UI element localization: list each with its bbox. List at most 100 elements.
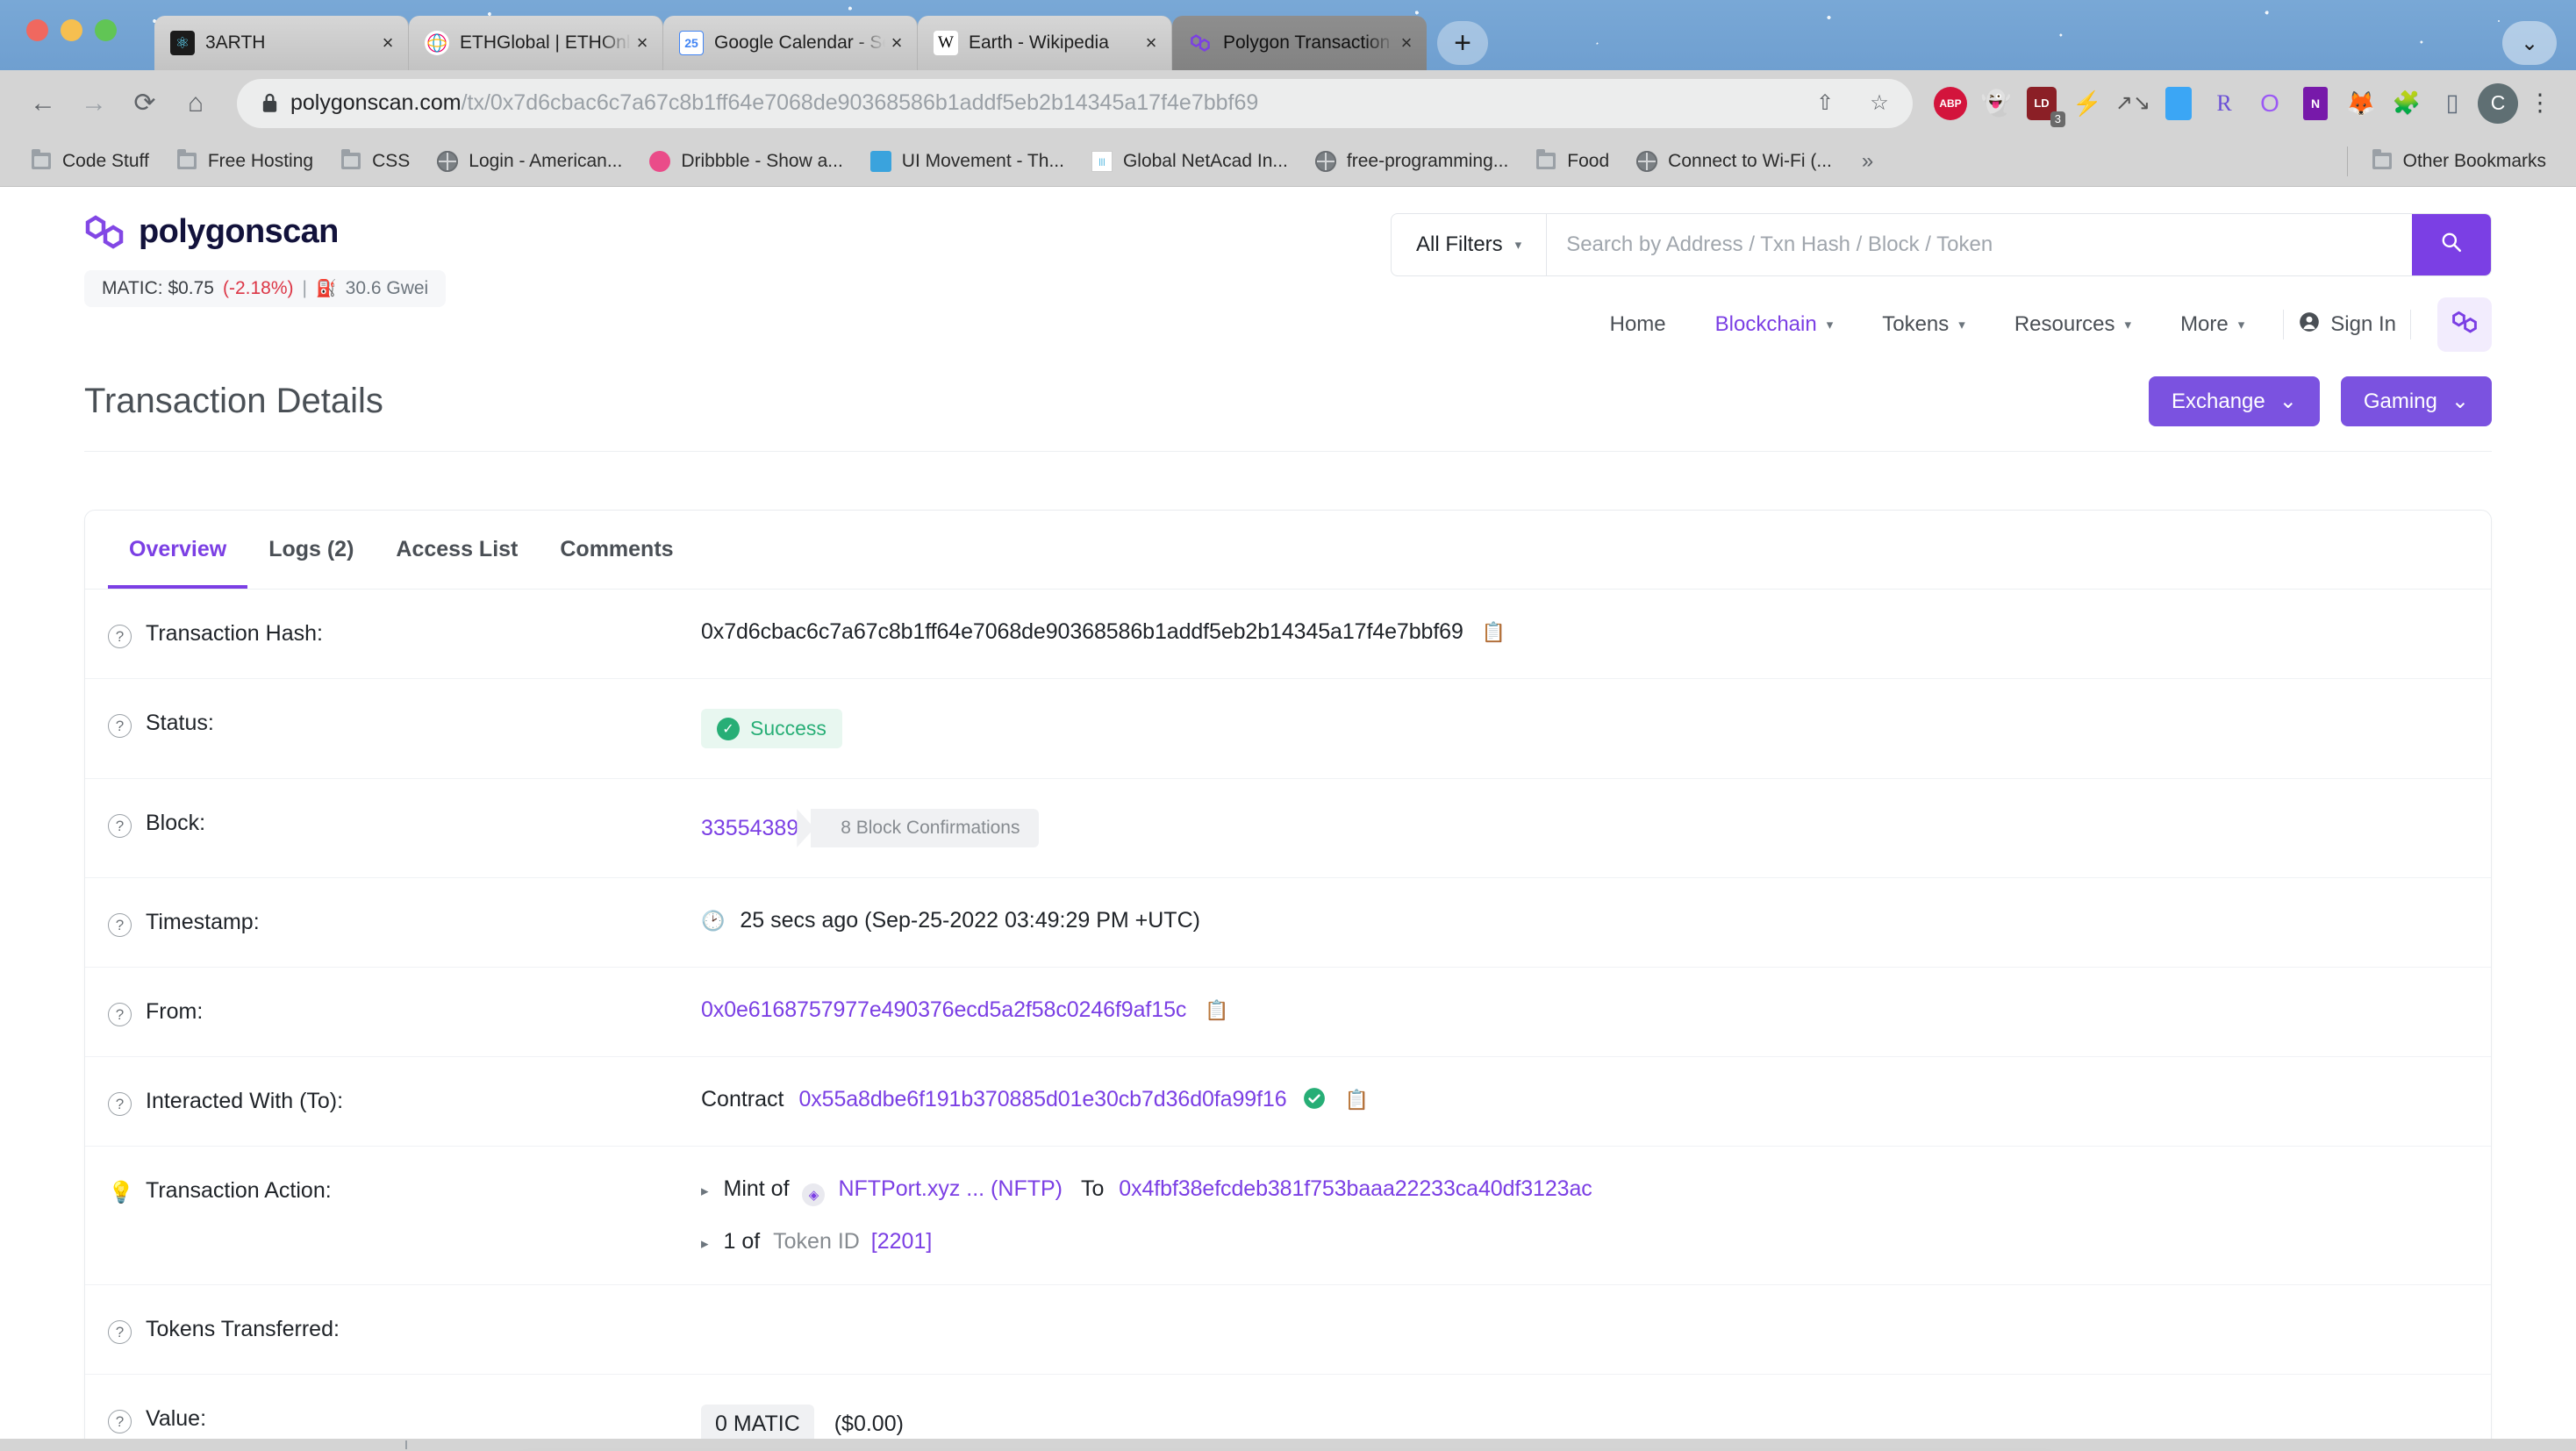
lastpass-icon[interactable]: LD 3 (2021, 83, 2065, 127)
help-icon[interactable]: ? (108, 1092, 132, 1116)
horizontal-scrollbar[interactable] (0, 1439, 2576, 1451)
forward-icon[interactable]: → (70, 80, 118, 127)
site-branding: polygonscan MATIC: $0.75 (-2.18%) | ⛽ 30… (84, 213, 447, 352)
lightning-icon[interactable]: ⚡ (2067, 83, 2107, 124)
opera-icon[interactable]: O (2250, 83, 2290, 124)
help-icon[interactable]: ? (108, 814, 132, 838)
copy-icon[interactable]: 📋 (1482, 621, 1506, 643)
help-icon[interactable]: ? (108, 714, 132, 738)
tab-logs[interactable]: Logs (2) (247, 511, 375, 589)
label-text: Transaction Hash: (146, 621, 323, 646)
token-id-label: Token ID (773, 1229, 860, 1254)
row-label: ? Interacted With (To): (108, 1087, 701, 1116)
copy-icon[interactable]: 📋 (1344, 1089, 1368, 1111)
close-icon[interactable]: × (1140, 32, 1163, 54)
browser-menu-icon[interactable]: ⋮ (2523, 89, 2557, 117)
browser-tab-3arth[interactable]: ⚛ 3ARTH × (154, 16, 409, 70)
expand-triangle-icon[interactable]: ▸ (701, 1235, 709, 1252)
token-name-link[interactable]: NFTPort.xyz ... (NFTP) (838, 1176, 1063, 1201)
bookmark-star-icon[interactable]: ☆ (1858, 82, 1900, 125)
bookmark-login-american[interactable]: Login - American... (426, 145, 633, 178)
nav-item-blockchain[interactable]: Blockchain ▾ (1691, 305, 1858, 344)
network-switch-button[interactable] (2437, 297, 2492, 352)
bookmark-code-stuff[interactable]: Code Stuff (19, 145, 160, 178)
help-icon[interactable]: ? (108, 1320, 132, 1344)
action-to-address-link[interactable]: 0x4fbf38efcdeb381f753baaa22233ca40df3123… (1119, 1176, 1592, 1201)
bookmarks-bar: Code Stuff Free Hosting CSS Login - Amer… (0, 136, 2576, 187)
nav-item-home[interactable]: Home (1585, 305, 1691, 344)
bookmark-css[interactable]: CSS (329, 145, 420, 178)
browser-tab-ethglobal[interactable]: ETHGlobal | ETHOnline 2022 × (409, 16, 663, 70)
grammarly-icon[interactable]: R (2204, 83, 2244, 124)
from-address-link[interactable]: 0x0e6168757977e490376ecd5a2f58c0246f9af1… (701, 997, 1186, 1022)
gaming-dropdown-button[interactable]: Gaming ⌄ (2340, 376, 2492, 426)
close-icon[interactable]: × (376, 32, 399, 54)
sign-in-button[interactable]: Sign In (2298, 311, 2396, 340)
onenote-icon[interactable]: N (2295, 83, 2336, 124)
pocket-icon[interactable] (2158, 83, 2199, 124)
folder-icon (2371, 149, 2394, 173)
block-number-link[interactable]: 33554389 (701, 816, 798, 841)
reload-icon[interactable]: ⟳ (121, 80, 168, 127)
other-bookmarks-folder[interactable]: Other Bookmarks (2360, 145, 2557, 178)
maximize-window-button[interactable] (95, 19, 117, 41)
bookmark-connect-wifi[interactable]: Connect to Wi-Fi (... (1625, 145, 1843, 178)
help-icon[interactable]: ? (108, 1003, 132, 1026)
tab-access-list[interactable]: Access List (375, 511, 539, 589)
help-icon[interactable]: ? (108, 1410, 132, 1433)
help-icon[interactable]: ? (108, 913, 132, 937)
bookmark-food[interactable]: Food (1524, 145, 1620, 178)
nav-item-tokens[interactable]: Tokens ▾ (1857, 305, 1990, 344)
expand-triangle-icon[interactable]: ▸ (701, 1183, 709, 1199)
scrollbar-thumb[interactable] (405, 1440, 407, 1449)
bookmark-free-hosting[interactable]: Free Hosting (165, 145, 324, 178)
transaction-details-card: Overview Logs (2) Access List Comments ?… (84, 510, 2492, 1451)
bookmark-ui-movement[interactable]: UI Movement - Th... (859, 145, 1075, 178)
site-logo[interactable]: polygonscan (84, 213, 446, 251)
home-icon[interactable]: ⌂ (172, 80, 219, 127)
nav-item-resources[interactable]: Resources ▾ (1990, 305, 2156, 344)
value-fiat: ($0.00) (834, 1412, 904, 1436)
search-button[interactable] (2412, 214, 2491, 275)
share-icon[interactable]: ⇧ (1804, 82, 1846, 125)
tab-overview[interactable]: Overview (108, 511, 248, 589)
search-input[interactable] (1547, 214, 2412, 275)
new-tab-button[interactable]: + (1437, 21, 1488, 65)
folder-icon (1535, 149, 1557, 173)
chevron-down-icon[interactable]: ⌄ (2502, 21, 2557, 65)
token-id-value[interactable]: [2201] (871, 1229, 933, 1254)
exchange-dropdown-button[interactable]: Exchange ⌄ (2148, 376, 2320, 426)
close-window-button[interactable] (26, 19, 48, 41)
bookmark-global-netacad[interactable]: ||| Global NetAcad In... (1080, 145, 1299, 178)
row-value: 33554389 8 Block Confirmations (701, 809, 2468, 847)
to-address-link[interactable]: 0x55a8dbe6f191b370885d01e30cb7d36d0fa99f… (798, 1087, 1286, 1111)
pulse-icon[interactable]: ↗↘ (2113, 83, 2153, 124)
mobile-view-icon[interactable]: ▯ (2432, 83, 2472, 124)
window-controls[interactable] (26, 19, 117, 41)
address-bar[interactable]: polygonscan.com/tx/0x7d6cbac6c7a67c8b1ff… (237, 78, 1913, 128)
back-icon[interactable]: ← (19, 80, 67, 127)
copy-icon[interactable]: 📋 (1205, 999, 1228, 1021)
ghostery-icon[interactable]: 👻 (1976, 83, 2016, 124)
avatar[interactable]: C (2478, 82, 2518, 124)
browser-tab-polygonscan[interactable]: Polygon Transaction Hash (Txh × (1172, 16, 1427, 70)
browser-tab-earth-wikipedia[interactable]: W Earth - Wikipedia × (918, 16, 1172, 70)
bookmarks-overflow-icon[interactable]: » (1848, 149, 1887, 174)
nav-item-more[interactable]: More ▾ (2156, 305, 2269, 344)
minimize-window-button[interactable] (61, 19, 82, 41)
bookmark-dribbble[interactable]: Dribbble - Show a... (638, 145, 853, 178)
help-icon[interactable]: ? (108, 625, 132, 648)
adblock-plus-icon[interactable]: ABP (1930, 83, 1971, 124)
close-icon[interactable]: × (631, 32, 654, 54)
close-icon[interactable]: × (1395, 32, 1418, 54)
tab-comments[interactable]: Comments (539, 511, 694, 589)
browser-tab-google-calendar[interactable]: 25 Google Calendar - September 2... × (663, 16, 918, 70)
all-filters-dropdown[interactable]: All Filters ▾ (1392, 214, 1548, 275)
metamask-icon[interactable]: 🦊 (2341, 83, 2381, 124)
bookmark-label: Dribbble - Show a... (681, 150, 843, 171)
bookmark-free-programming[interactable]: free-programming... (1304, 145, 1519, 178)
puzzle-extensions-icon[interactable]: 🧩 (2386, 83, 2427, 124)
divider: | (302, 278, 307, 298)
tab-strip: ⚛ 3ARTH × ETHGlobal | ETHOnline 2022 × 2… (0, 0, 2576, 70)
close-icon[interactable]: × (885, 32, 908, 54)
